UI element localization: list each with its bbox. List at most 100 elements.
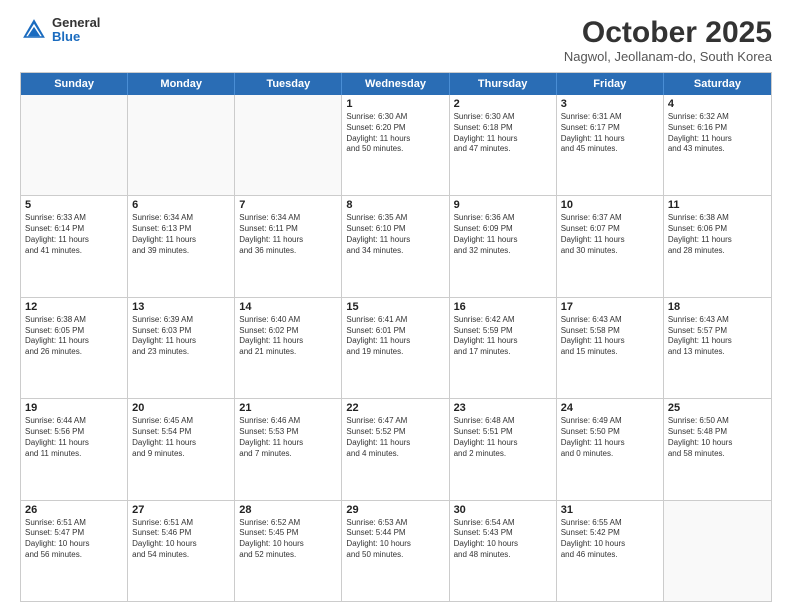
header-saturday: Saturday <box>664 73 771 95</box>
day-number: 29 <box>346 504 444 516</box>
day-number: 15 <box>346 301 444 313</box>
day-number: 6 <box>132 199 230 211</box>
day-info: Sunrise: 6:49 AM Sunset: 5:50 PM Dayligh… <box>561 416 659 459</box>
cal-cell: 10 Sunrise: 6:37 AM Sunset: 6:07 PM Dayli… <box>557 196 664 296</box>
day-number: 2 <box>454 98 552 110</box>
cal-cell: 2 Sunrise: 6:30 AM Sunset: 6:18 PM Daylig… <box>450 95 557 195</box>
cal-cell: 6 Sunrise: 6:34 AM Sunset: 6:13 PM Daylig… <box>128 196 235 296</box>
day-number: 4 <box>668 98 767 110</box>
day-number: 13 <box>132 301 230 313</box>
header-friday: Friday <box>557 73 664 95</box>
location: Nagwol, Jeollanam-do, South Korea <box>564 49 772 64</box>
cal-cell: 12Sunrise: 6:38 AM Sunset: 6:05 PM Dayli… <box>21 298 128 398</box>
day-info: Sunrise: 6:40 AM Sunset: 6:02 PM Dayligh… <box>239 315 337 358</box>
cal-cell: 20 Sunrise: 6:45 AM Sunset: 5:54 PM Dayli… <box>128 399 235 499</box>
cal-cell: 16 Sunrise: 6:42 AM Sunset: 5:59 PM Dayli… <box>450 298 557 398</box>
day-info: Sunrise: 6:34 AM Sunset: 6:11 PM Dayligh… <box>239 213 337 256</box>
day-number: 5 <box>25 199 123 211</box>
cal-cell: 15 Sunrise: 6:41 AM Sunset: 6:01 PM Dayli… <box>342 298 449 398</box>
day-info: Sunrise: 6:55 AM Sunset: 5:42 PM Dayligh… <box>561 518 659 561</box>
cal-cell: 25 Sunrise: 6:50 AM Sunset: 5:48 PM Dayli… <box>664 399 771 499</box>
day-info: Sunrise: 6:43 AM Sunset: 5:57 PM Dayligh… <box>668 315 767 358</box>
day-number: 26 <box>25 504 123 516</box>
day-info: Sunrise: 6:36 AM Sunset: 6:09 PM Dayligh… <box>454 213 552 256</box>
cal-cell: 31 Sunrise: 6:55 AM Sunset: 5:42 PM Dayli… <box>557 501 664 601</box>
header-wednesday: Wednesday <box>342 73 449 95</box>
cal-cell: 1Sunrise: 6:30 AM Sunset: 6:20 PM Daylig… <box>342 95 449 195</box>
day-number: 8 <box>346 199 444 211</box>
cal-cell: 23 Sunrise: 6:48 AM Sunset: 5:51 PM Dayli… <box>450 399 557 499</box>
day-info: Sunrise: 6:52 AM Sunset: 5:45 PM Dayligh… <box>239 518 337 561</box>
cal-cell: 24Sunrise: 6:49 AM Sunset: 5:50 PM Dayli… <box>557 399 664 499</box>
day-number: 7 <box>239 199 337 211</box>
title-area: October 2025 Nagwol, Jeollanam-do, South… <box>564 16 772 64</box>
day-info: Sunrise: 6:30 AM Sunset: 6:18 PM Dayligh… <box>454 112 552 155</box>
cal-cell: 29 Sunrise: 6:53 AM Sunset: 5:44 PM Dayli… <box>342 501 449 601</box>
month-title: October 2025 <box>564 16 772 49</box>
day-number: 28 <box>239 504 337 516</box>
day-info: Sunrise: 6:45 AM Sunset: 5:54 PM Dayligh… <box>132 416 230 459</box>
cal-cell: 13Sunrise: 6:39 AM Sunset: 6:03 PM Dayli… <box>128 298 235 398</box>
cal-cell: 17Sunrise: 6:43 AM Sunset: 5:58 PM Dayli… <box>557 298 664 398</box>
day-info: Sunrise: 6:44 AM Sunset: 5:56 PM Dayligh… <box>25 416 123 459</box>
day-number: 12 <box>25 301 123 313</box>
cal-cell <box>128 95 235 195</box>
day-number: 31 <box>561 504 659 516</box>
cal-cell: 21Sunrise: 6:46 AM Sunset: 5:53 PM Dayli… <box>235 399 342 499</box>
day-info: Sunrise: 6:38 AM Sunset: 6:06 PM Dayligh… <box>668 213 767 256</box>
day-info: Sunrise: 6:33 AM Sunset: 6:14 PM Dayligh… <box>25 213 123 256</box>
day-number: 20 <box>132 402 230 414</box>
day-number: 17 <box>561 301 659 313</box>
logo-general-text: General <box>52 16 100 30</box>
day-number: 18 <box>668 301 767 313</box>
day-info: Sunrise: 6:46 AM Sunset: 5:53 PM Dayligh… <box>239 416 337 459</box>
day-info: Sunrise: 6:37 AM Sunset: 6:07 PM Dayligh… <box>561 213 659 256</box>
day-number: 1 <box>346 98 444 110</box>
day-info: Sunrise: 6:42 AM Sunset: 5:59 PM Dayligh… <box>454 315 552 358</box>
day-number: 23 <box>454 402 552 414</box>
week-row-4: 26 Sunrise: 6:51 AM Sunset: 5:47 PM Dayli… <box>21 501 771 601</box>
cal-cell: 9 Sunrise: 6:36 AM Sunset: 6:09 PM Daylig… <box>450 196 557 296</box>
day-info: Sunrise: 6:31 AM Sunset: 6:17 PM Dayligh… <box>561 112 659 155</box>
cal-cell <box>664 501 771 601</box>
cal-cell: 5 Sunrise: 6:33 AM Sunset: 6:14 PM Daylig… <box>21 196 128 296</box>
day-info: Sunrise: 6:51 AM Sunset: 5:47 PM Dayligh… <box>25 518 123 561</box>
cal-cell: 18 Sunrise: 6:43 AM Sunset: 5:57 PM Dayli… <box>664 298 771 398</box>
header-sunday: Sunday <box>21 73 128 95</box>
header-tuesday: Tuesday <box>235 73 342 95</box>
cal-cell: 22Sunrise: 6:47 AM Sunset: 5:52 PM Dayli… <box>342 399 449 499</box>
cal-cell <box>21 95 128 195</box>
cal-cell: 7 Sunrise: 6:34 AM Sunset: 6:11 PM Daylig… <box>235 196 342 296</box>
day-info: Sunrise: 6:35 AM Sunset: 6:10 PM Dayligh… <box>346 213 444 256</box>
cal-cell: 26 Sunrise: 6:51 AM Sunset: 5:47 PM Dayli… <box>21 501 128 601</box>
day-number: 9 <box>454 199 552 211</box>
logo-text: General Blue <box>52 16 100 45</box>
calendar-body: 1Sunrise: 6:30 AM Sunset: 6:20 PM Daylig… <box>21 95 771 601</box>
calendar: SundayMondayTuesdayWednesdayThursdayFrid… <box>20 72 772 602</box>
week-row-1: 5 Sunrise: 6:33 AM Sunset: 6:14 PM Daylig… <box>21 196 771 297</box>
day-info: Sunrise: 6:50 AM Sunset: 5:48 PM Dayligh… <box>668 416 767 459</box>
header-monday: Monday <box>128 73 235 95</box>
cal-cell: 27Sunrise: 6:51 AM Sunset: 5:46 PM Dayli… <box>128 501 235 601</box>
week-row-2: 12Sunrise: 6:38 AM Sunset: 6:05 PM Dayli… <box>21 298 771 399</box>
cal-cell: 14 Sunrise: 6:40 AM Sunset: 6:02 PM Dayli… <box>235 298 342 398</box>
day-info: Sunrise: 6:48 AM Sunset: 5:51 PM Dayligh… <box>454 416 552 459</box>
day-info: Sunrise: 6:34 AM Sunset: 6:13 PM Dayligh… <box>132 213 230 256</box>
header-thursday: Thursday <box>450 73 557 95</box>
cal-cell: 30Sunrise: 6:54 AM Sunset: 5:43 PM Dayli… <box>450 501 557 601</box>
day-number: 25 <box>668 402 767 414</box>
day-info: Sunrise: 6:53 AM Sunset: 5:44 PM Dayligh… <box>346 518 444 561</box>
day-number: 10 <box>561 199 659 211</box>
day-number: 3 <box>561 98 659 110</box>
day-number: 19 <box>25 402 123 414</box>
day-info: Sunrise: 6:47 AM Sunset: 5:52 PM Dayligh… <box>346 416 444 459</box>
week-row-0: 1Sunrise: 6:30 AM Sunset: 6:20 PM Daylig… <box>21 95 771 196</box>
calendar-header: SundayMondayTuesdayWednesdayThursdayFrid… <box>21 73 771 95</box>
day-info: Sunrise: 6:41 AM Sunset: 6:01 PM Dayligh… <box>346 315 444 358</box>
cal-cell: 28 Sunrise: 6:52 AM Sunset: 5:45 PM Dayli… <box>235 501 342 601</box>
cal-cell: 4Sunrise: 6:32 AM Sunset: 6:16 PM Daylig… <box>664 95 771 195</box>
cal-cell: 19 Sunrise: 6:44 AM Sunset: 5:56 PM Dayli… <box>21 399 128 499</box>
day-number: 14 <box>239 301 337 313</box>
cal-cell <box>235 95 342 195</box>
day-number: 16 <box>454 301 552 313</box>
